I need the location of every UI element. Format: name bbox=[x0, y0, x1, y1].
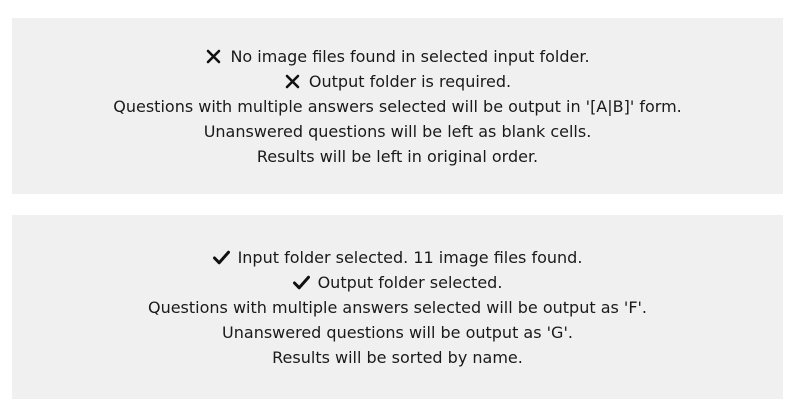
output-folder-status: Output folder selected. bbox=[292, 270, 503, 295]
output-folder-status-text: Output folder is required. bbox=[308, 71, 512, 91]
validation-success-panel: Input folder selected. 11 image files fo… bbox=[12, 215, 783, 399]
check-mark-icon bbox=[292, 274, 310, 291]
validation-errors-panel: No image files found in selected input f… bbox=[12, 18, 783, 194]
sort-order-note: Results will be left in original order. bbox=[256, 146, 539, 166]
output-folder-status: Output folder is required. bbox=[284, 69, 511, 94]
output-folder-status-text: Output folder selected. bbox=[317, 272, 503, 292]
input-folder-status-text: No image files found in selected input f… bbox=[230, 46, 590, 66]
check-mark-icon bbox=[212, 249, 230, 266]
x-mark-icon bbox=[284, 73, 301, 90]
multiple-answers-note: Questions with multiple answers selected… bbox=[147, 297, 648, 317]
unanswered-note: Unanswered questions will be output as '… bbox=[222, 322, 573, 342]
input-folder-status: Input folder selected. 11 image files fo… bbox=[212, 245, 583, 270]
multiple-answers-note: Questions with multiple answers selected… bbox=[113, 96, 682, 116]
sort-order-note: Results will be sorted by name. bbox=[272, 347, 523, 367]
unanswered-note: Unanswered questions will be left as bla… bbox=[203, 121, 592, 141]
input-folder-status: No image files found in selected input f… bbox=[205, 44, 590, 69]
input-folder-status-text: Input folder selected. 11 image files fo… bbox=[237, 247, 583, 267]
x-mark-icon bbox=[205, 48, 222, 65]
